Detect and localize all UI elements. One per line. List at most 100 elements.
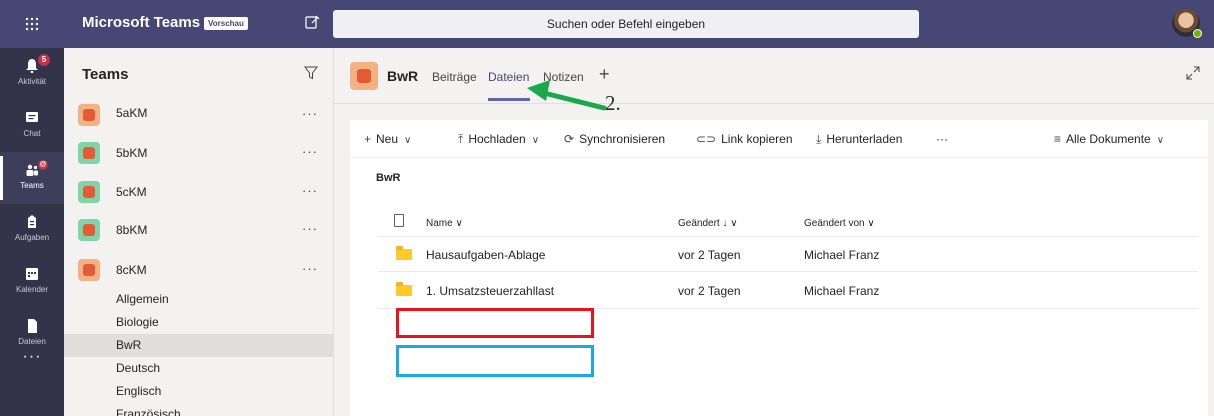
activity-badge: 5	[38, 54, 50, 66]
files-icon	[28, 319, 37, 333]
team-name: 5aKM	[116, 106, 148, 120]
team-tile-icon	[78, 181, 100, 203]
team-more-icon[interactable]: ···	[302, 221, 318, 236]
chevron-down-icon: ∨	[730, 218, 738, 229]
rail-label-files: Dateien	[18, 337, 46, 346]
team-item-8ckm[interactable]: 8cKM ···	[64, 253, 333, 289]
download-label: Herunterladen	[826, 132, 903, 146]
team-tile-icon	[78, 259, 100, 281]
rail-item-assignments[interactable]: Aufgaben	[0, 204, 64, 256]
column-name-label: Name	[426, 218, 453, 229]
view-lines-icon: ≡	[1054, 132, 1062, 146]
column-header-modified[interactable]: Geändert ↓ ∨	[678, 218, 738, 229]
table-row[interactable]: 1. Umsatzsteuerzahllast vor 2 Tagen Mich…	[378, 273, 1198, 309]
rail-item-teams[interactable]: @ Teams	[0, 152, 64, 204]
calendar-icon	[26, 268, 38, 280]
files-library: + Neu ∨ ⤒ Hochladen ∨ ⟳ Synchronisieren ⊂⊃ Lin…	[350, 120, 1212, 416]
rail-label-teams: Teams	[20, 181, 44, 190]
annotation-label: 2.	[605, 91, 621, 115]
teams-panel: Teams 5aKM ··· 5bKM ··· 5cKM ··· 8bKM ··…	[64, 48, 334, 416]
table-row[interactable]: Hausaufgaben-Ablage vor 2 Tagen Michael …	[378, 236, 1198, 272]
team-tile-icon	[78, 219, 100, 241]
sync-icon: ⟳	[564, 132, 575, 146]
chevron-down-icon: ∨	[531, 135, 540, 146]
team-tile-icon	[78, 104, 100, 126]
tab-dateien[interactable]: Dateien	[488, 70, 529, 84]
team-item-8bkm[interactable]: 8bKM ···	[64, 213, 333, 249]
view-label: Alle Dokumente	[1066, 132, 1151, 146]
app-title: Microsoft Teams	[82, 14, 201, 31]
channel-item-bwr[interactable]: BwR	[64, 334, 333, 357]
preview-badge: Vorschau	[204, 17, 248, 30]
team-name: 5cKM	[116, 185, 147, 199]
channel-header: BwR Beiträge Dateien Notizen +	[334, 48, 1214, 104]
team-more-icon[interactable]: ···	[302, 261, 318, 276]
modified-by: Michael Franz	[804, 284, 880, 298]
file-name[interactable]: 1. Umsatzsteuerzahllast	[426, 284, 554, 298]
channel-item-deutsch[interactable]: Deutsch	[64, 357, 333, 380]
main-area: BwR Beiträge Dateien Notizen + + Neu ∨ ⤒ Ho…	[334, 48, 1214, 416]
sync-button[interactable]: ⟳ Synchronisieren	[564, 132, 665, 146]
rail-item-activity[interactable]: 5 Aktivität	[0, 48, 64, 100]
rail-label-assignments: Aufgaben	[14, 233, 50, 242]
team-item-5bkm[interactable]: 5bKM ···	[64, 136, 333, 172]
column-header-name[interactable]: Name ∨	[426, 218, 463, 229]
chat-icon	[26, 112, 38, 122]
app-rail: 5 Aktivität Chat @ Teams Aufgaben Kalend…	[0, 48, 64, 416]
team-more-icon[interactable]: ···	[302, 144, 318, 159]
library-title: BwR	[376, 172, 401, 184]
expand-icon[interactable]	[1186, 66, 1200, 80]
column-header-modified-by[interactable]: Geändert von ∨	[804, 218, 875, 229]
new-label: Neu	[376, 132, 399, 146]
bell-icon	[26, 59, 38, 73]
presence-status-icon	[1193, 29, 1202, 38]
column-modified-by-label: Geändert von	[804, 218, 865, 229]
channel-item-allgemein[interactable]: Allgemein	[64, 288, 333, 311]
channel-team-icon	[350, 62, 378, 90]
view-selector[interactable]: ≡ Alle Dokumente ∨	[1054, 132, 1164, 146]
team-name: 8bKM	[116, 223, 148, 237]
team-more-icon[interactable]: ···	[302, 106, 318, 121]
search-input[interactable]: Suchen oder Befehl eingeben	[333, 10, 919, 38]
teams-mention-badge: @	[38, 160, 48, 170]
modified-date: vor 2 Tagen	[678, 248, 741, 262]
tab-notizen[interactable]: Notizen	[543, 70, 584, 84]
folder-icon	[396, 282, 412, 296]
add-tab-button[interactable]: +	[599, 64, 610, 85]
download-button[interactable]: ⤓ Herunterladen	[816, 132, 902, 147]
rail-item-calendar[interactable]: Kalender	[0, 256, 64, 308]
channel-name: BwR	[387, 68, 419, 84]
copy-link-button[interactable]: ⊂⊃ Link kopieren	[696, 132, 793, 146]
compose-icon[interactable]	[304, 14, 320, 30]
upload-button[interactable]: ⤒ Hochladen ∨	[458, 132, 539, 147]
team-more-icon[interactable]: ···	[302, 183, 318, 198]
new-button[interactable]: + Neu ∨	[364, 132, 411, 146]
download-icon: ⤓	[816, 132, 822, 146]
tab-beitraege[interactable]: Beiträge	[432, 70, 477, 84]
channel-item-franzoesisch[interactable]: Französisch	[64, 403, 333, 416]
chevron-down-icon: ∨	[404, 135, 412, 146]
team-tile-icon	[78, 142, 100, 164]
file-type-icon	[394, 214, 404, 227]
channel-item-englisch[interactable]: Englisch	[64, 380, 333, 403]
rail-item-chat[interactable]: Chat	[0, 100, 64, 152]
chevron-down-icon: ∨	[455, 218, 463, 229]
plus-icon: +	[364, 132, 372, 146]
more-apps-icon[interactable]: ···	[0, 348, 64, 366]
team-item-5akm[interactable]: 5aKM ···	[64, 98, 333, 134]
filter-icon[interactable]	[304, 66, 318, 80]
top-bar: Microsoft Teams Vorschau Suchen oder Bef…	[0, 0, 1214, 48]
channel-item-biologie[interactable]: Biologie	[64, 311, 333, 334]
scrollbar[interactable]	[1208, 120, 1212, 416]
team-item-5ckm[interactable]: 5cKM ···	[64, 175, 333, 211]
files-toolbar: + Neu ∨ ⤒ Hochladen ∨ ⟳ Synchronisieren ⊂⊃ Lin…	[350, 120, 1212, 158]
app-launcher-icon[interactable]	[0, 0, 64, 48]
team-name: 5bKM	[116, 146, 148, 160]
chevron-down-icon: ∨	[867, 218, 875, 229]
upload-label: Hochladen	[468, 132, 526, 146]
copy-link-label: Link kopieren	[721, 132, 793, 146]
upload-icon: ⤒	[458, 132, 464, 146]
file-name[interactable]: Hausaufgaben-Ablage	[426, 248, 545, 262]
chevron-down-icon: ∨	[1156, 135, 1165, 146]
more-actions-button[interactable]: ···	[936, 132, 948, 146]
